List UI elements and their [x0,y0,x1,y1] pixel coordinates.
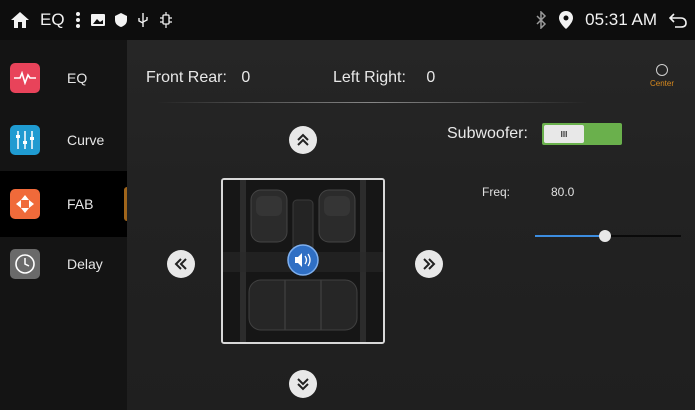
clock-icon [10,249,40,279]
sidebar-item-label: Curve [67,132,105,148]
sidebar-item-label: FAB [67,196,94,212]
fader-down-button[interactable] [289,370,317,398]
sidebar: EQ Curve FAB Delay [0,40,130,410]
more-vertical-icon[interactable] [75,11,81,29]
subwoofer-label: Subwoofer: [447,125,528,142]
sidebar-item-label: EQ [67,70,88,86]
notification-shield-icon [114,13,127,27]
front-rear-label: Front Rear: [146,69,227,86]
app-title: EQ [40,10,65,29]
sidebar-item-fab[interactable]: FAB [0,171,130,237]
fader-up-button[interactable] [289,126,317,154]
fab-panel: Front Rear: 0 Left Right: 0 Center Subwo… [127,40,695,410]
freq-slider[interactable] [535,230,681,242]
fader-balance-icon [10,189,40,219]
status-bar: EQ 05:31 AM [0,0,695,40]
double-chevron-right-icon [422,257,436,271]
left-right-value: 0 [426,69,436,86]
car-interior-image [223,180,383,342]
balance-left-button[interactable] [167,250,195,278]
balance-right-button[interactable] [415,250,443,278]
curve-sliders-icon [10,125,40,155]
freq-label: Freq: [482,185,511,199]
freq-slider-fill [535,235,605,237]
car-interior-pad[interactable] [221,178,385,344]
location-icon [559,11,574,29]
sidebar-item-curve[interactable]: Curve [0,107,127,173]
subwoofer-toggle[interactable]: III [542,123,622,145]
left-right-readout: Left Right: 0 [333,69,435,87]
freq-value: 80.0 [551,185,575,199]
eq-wave-icon [10,63,40,93]
left-right-label: Left Right: [333,69,406,86]
usb-icon [137,13,149,27]
center-label: Center [649,79,674,88]
front-rear-value: 0 [241,69,251,86]
sidebar-item-delay[interactable]: Delay [0,231,127,297]
usb-debug-icon [159,12,173,28]
double-chevron-left-icon [174,257,188,271]
double-chevron-down-icon [296,377,310,391]
sidebar-item-label: Delay [67,256,103,272]
back-icon[interactable] [669,12,687,28]
center-button[interactable]: Center [642,64,682,88]
home-icon[interactable] [10,11,30,29]
front-rear-readout: Front Rear: 0 [146,69,250,87]
freq-slider-thumb[interactable] [599,230,611,242]
double-chevron-up-icon [296,133,310,147]
center-ring-icon [656,64,668,76]
divider [157,102,587,103]
notification-image-icon [90,14,105,26]
bluetooth-icon [535,11,547,29]
clock-time: 05:31 AM [585,10,657,29]
toggle-grip-text: III [560,129,568,139]
sidebar-item-eq[interactable]: EQ [0,45,127,111]
subwoofer-toggle-knob: III [544,125,584,143]
